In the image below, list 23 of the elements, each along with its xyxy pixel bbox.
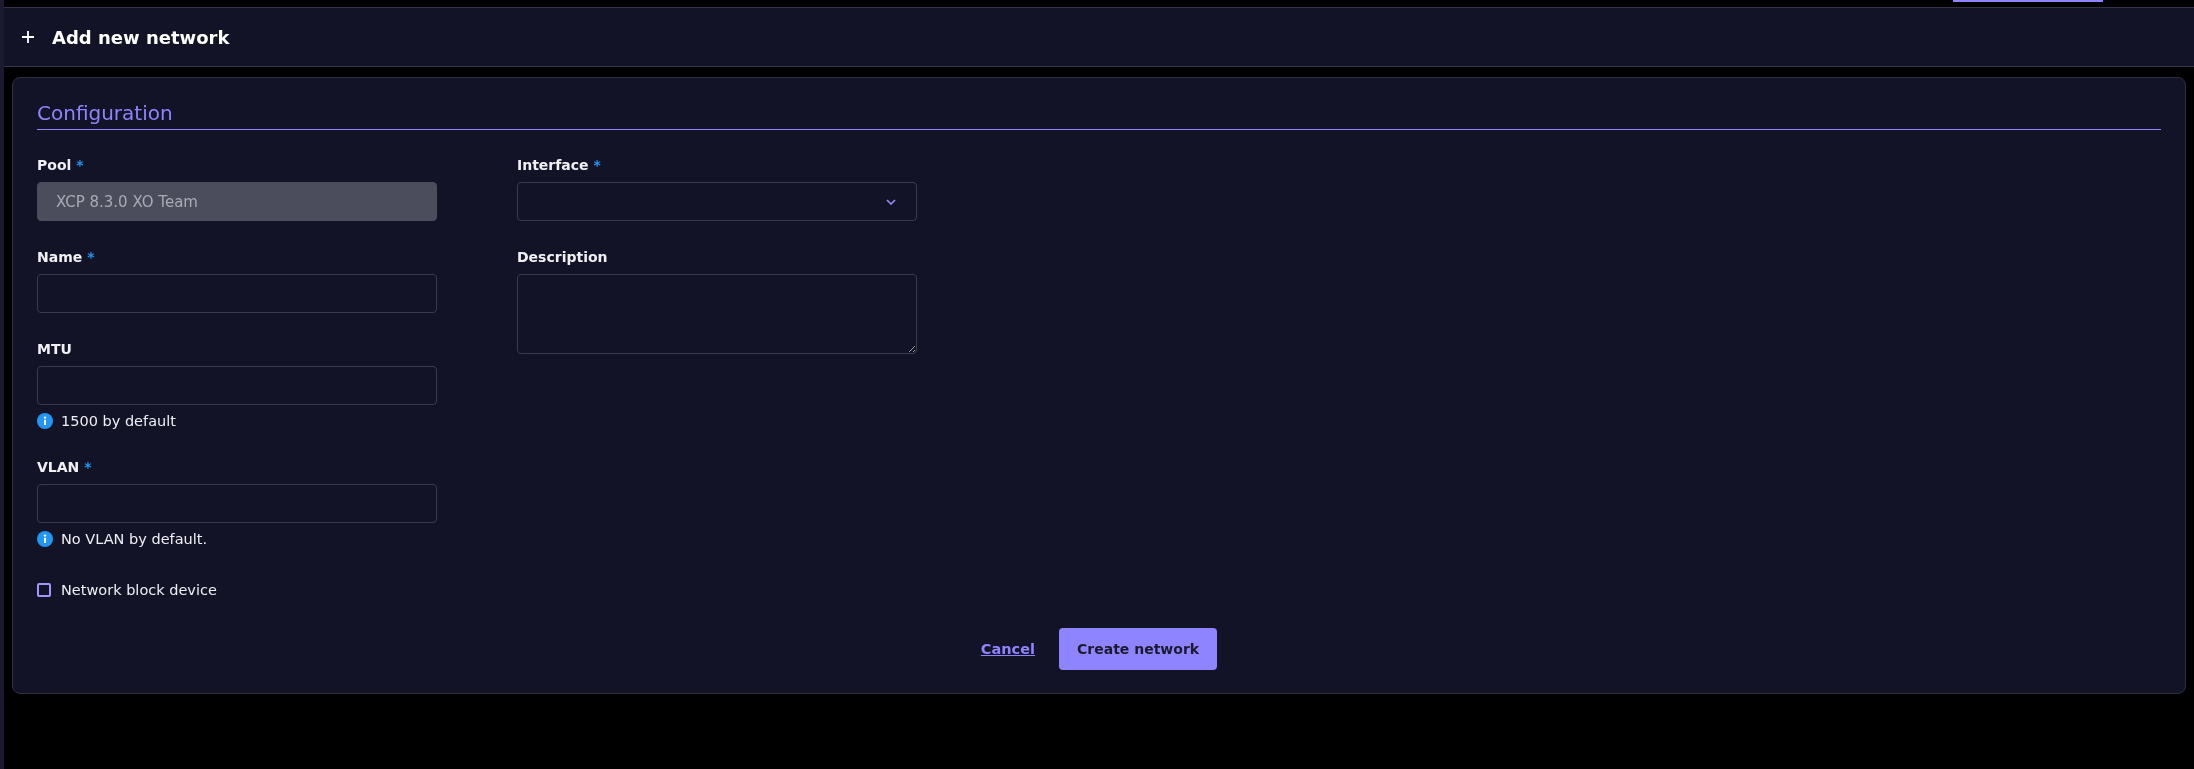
field-label: Pool * — [37, 156, 84, 175]
submit-button[interactable]: Create network — [1059, 628, 1218, 670]
checkbox[interactable] — [37, 583, 51, 597]
help-text: 1500 by default — [61, 412, 176, 431]
info-icon — [37, 413, 53, 429]
input-field[interactable] — [37, 274, 437, 313]
field-label: Name * — [37, 248, 95, 267]
checkbox-label[interactable]: Network block device — [61, 580, 217, 600]
input-field[interactable] — [37, 484, 437, 523]
dropdown-field[interactable] — [517, 182, 917, 221]
chevron-down-icon — [886, 198, 896, 205]
section-title: Configuration — [37, 101, 173, 125]
help-text: No VLAN by default. — [61, 530, 208, 549]
page-title: Add new network — [52, 26, 230, 48]
textarea-field[interactable] — [517, 274, 917, 354]
field-label: MTU — [37, 340, 72, 359]
cancel-link[interactable]: Cancel — [980, 641, 1035, 657]
field-label: Interface * — [517, 156, 601, 175]
field-label: VLAN * — [37, 458, 92, 477]
info-icon — [37, 531, 53, 547]
field-label: Description — [517, 248, 608, 267]
plus-icon — [22, 31, 34, 43]
input-field[interactable] — [37, 366, 437, 405]
